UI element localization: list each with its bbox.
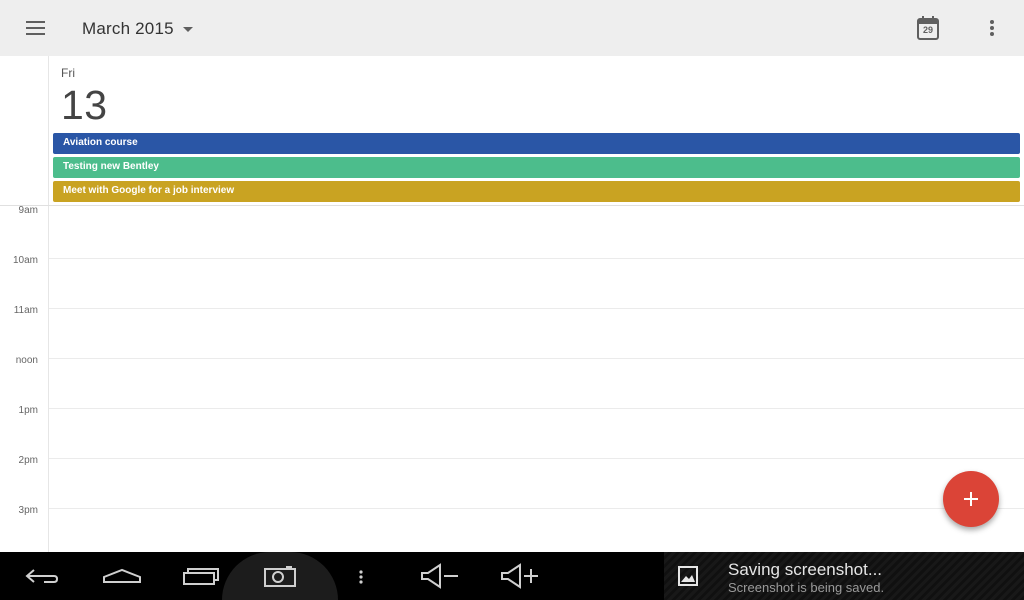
notification-title: Saving screenshot... [728,560,883,579]
hour-gridline [49,458,1024,459]
month-label: March 2015 [82,19,174,38]
hour-row: noon [0,355,1024,408]
screenshot-notification[interactable]: Saving screenshot... Screenshot is being… [664,552,1024,600]
hour-gridline [49,508,1024,509]
hour-label: 3pm [18,505,38,516]
weekday-label: Fri [61,66,75,80]
notification-text: Screenshot is being saved. [728,580,885,595]
hour-row: 11am [0,305,1024,358]
hour-gridline [49,308,1024,309]
image-icon [678,566,698,586]
event-chip[interactable]: Aviation course [53,133,1020,154]
hour-row: 1pm [0,405,1024,458]
hour-label: 1pm [18,405,38,416]
screenshot-button[interactable] [252,552,312,600]
home-icon [103,568,141,583]
volume-up-icon [501,563,538,589]
hour-row: 3pm [0,505,1024,558]
hour-gridline [49,258,1024,259]
hour-label: 9am [18,205,38,216]
hour-label: 2pm [18,455,38,466]
menu-icon [359,570,363,584]
hour-row: 10am [0,255,1024,308]
recent-apps-icon [183,568,219,585]
more-options-icon[interactable] [982,16,1002,40]
hour-gridline [49,358,1024,359]
month-selector[interactable]: March 2015 [82,17,193,41]
hour-row: 2pm [0,455,1024,508]
dropdown-arrow-icon [182,27,193,32]
today-button[interactable]: 29 [914,14,942,42]
volume-up-button[interactable] [490,552,550,600]
hour-label: noon [15,355,38,366]
back-button[interactable] [14,552,74,600]
today-date: 29 [922,25,933,35]
volume-down-icon [421,563,458,589]
hour-label: 10am [12,255,38,266]
screenshot-icon [264,566,296,587]
app-bar: March 2015 29 [0,0,1024,56]
hour-gridline [49,408,1024,409]
hour-label: 11am [13,305,38,316]
recent-apps-button[interactable] [172,552,232,600]
volume-down-button[interactable] [410,552,470,600]
create-event-button[interactable] [943,471,999,527]
day-grid[interactable]: 9am 10am 11am noon 1pm 2pm 3pm [0,205,1024,552]
event-chip[interactable]: Meet with Google for a job interview [53,181,1020,202]
event-chip[interactable]: Testing new Bentley [53,157,1020,178]
date-label[interactable]: 13 [61,82,108,129]
menu-button[interactable] [330,552,390,600]
back-icon [25,569,59,583]
home-button[interactable] [92,552,152,600]
menu-icon[interactable] [20,16,52,40]
hour-row: 9am [0,205,1024,258]
